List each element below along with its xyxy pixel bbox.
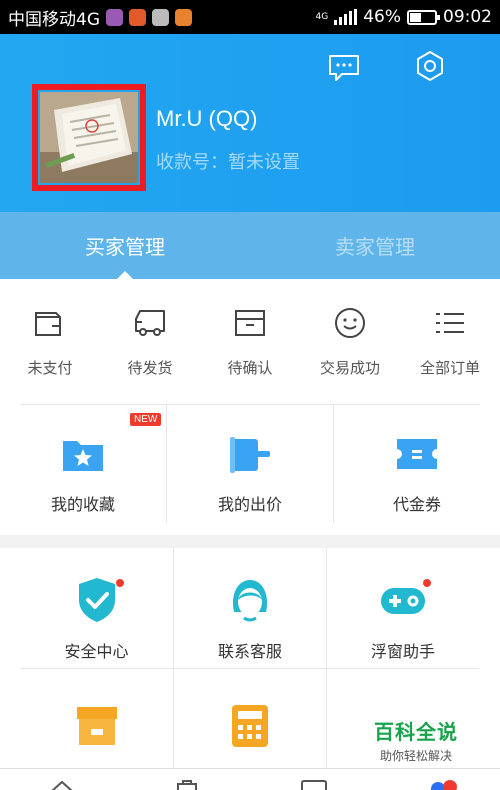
order-all[interactable]: 全部订单 bbox=[400, 305, 500, 378]
network-type: 4G bbox=[315, 12, 329, 22]
profile-nav-icon[interactable] bbox=[428, 779, 460, 790]
order-unpaid[interactable]: 未支付 bbox=[0, 305, 100, 378]
account-line: 收款号：暂未设置 bbox=[156, 148, 300, 174]
avatar[interactable] bbox=[40, 92, 138, 183]
account-value[interactable]: 暂未设置 bbox=[228, 152, 300, 173]
order-status-row: 未支付 待发货 待确认 交易成功 全部订单 bbox=[0, 305, 500, 378]
fav-label: 我的收藏 bbox=[50, 495, 115, 514]
smile-icon bbox=[335, 308, 365, 338]
box-icon bbox=[235, 310, 265, 336]
active-tab-indicator bbox=[117, 271, 133, 279]
fav-label: 我的出价 bbox=[217, 495, 282, 514]
wallet-icon bbox=[35, 312, 61, 336]
customer-service-icon bbox=[232, 580, 268, 622]
order-section: 未支付 待发货 待确认 交易成功 全部订单 NEW 我的收藏 我的出价 代金券 bbox=[0, 279, 500, 535]
role-tabs: 买家管理 卖家管理 bbox=[0, 212, 500, 279]
tab-buyer[interactable]: 买家管理 bbox=[0, 212, 250, 279]
list-icon bbox=[436, 313, 464, 333]
battery-icon bbox=[407, 9, 440, 25]
order-label: 待确认 bbox=[227, 359, 273, 377]
order-label: 交易成功 bbox=[319, 359, 380, 377]
tab-seller[interactable]: 卖家管理 bbox=[250, 212, 500, 279]
watermark-title: 百科全说 bbox=[374, 720, 458, 744]
truck-icon bbox=[135, 310, 165, 336]
watermark: 百科全说 助你轻松解决 bbox=[366, 716, 466, 764]
tab-label: 买家管理 bbox=[85, 235, 165, 259]
order-label: 未支付 bbox=[27, 359, 73, 377]
notification-app-icon bbox=[152, 8, 169, 26]
message-icon[interactable] bbox=[328, 52, 360, 84]
order-label: 待发货 bbox=[127, 359, 173, 377]
status-bar: 中国移动4G 4G 46% 09:02 bbox=[0, 0, 500, 34]
svc-label: 联系客服 bbox=[217, 642, 282, 661]
order-to-ship[interactable]: 待发货 bbox=[100, 305, 200, 378]
user-name[interactable]: Mr.U (QQ) bbox=[156, 106, 257, 132]
new-badge: NEW bbox=[130, 413, 162, 426]
star-folder-icon bbox=[63, 441, 103, 471]
clock: 09:02 bbox=[443, 7, 492, 27]
notification-app-icon bbox=[106, 8, 123, 26]
notification-dot bbox=[115, 578, 125, 588]
chat-icon[interactable] bbox=[300, 779, 328, 790]
battery-percent: 46% bbox=[363, 7, 401, 27]
vouchers[interactable]: 代金券 bbox=[333, 405, 500, 523]
my-bids[interactable]: 我的出价 bbox=[166, 405, 333, 523]
gavel-icon bbox=[230, 437, 270, 473]
svc-label: 安全中心 bbox=[64, 642, 129, 661]
settings-icon[interactable] bbox=[414, 50, 446, 82]
store-icon bbox=[76, 707, 117, 745]
coupon-icon bbox=[397, 439, 437, 469]
notification-app-icon bbox=[175, 8, 192, 26]
bottom-navigation bbox=[0, 768, 500, 790]
account-label: 收款号： bbox=[156, 152, 228, 173]
customer-service[interactable]: 联系客服 bbox=[173, 548, 326, 668]
calculator-icon bbox=[232, 705, 268, 747]
fav-label: 代金券 bbox=[392, 495, 441, 514]
calculator-service[interactable] bbox=[173, 668, 326, 768]
floating-assistant[interactable]: 浮窗助手 bbox=[326, 548, 479, 668]
bag-icon[interactable] bbox=[175, 779, 199, 790]
notification-dot bbox=[422, 578, 432, 588]
watermark-subtitle: 助你轻松解决 bbox=[379, 749, 452, 763]
tab-label: 卖家管理 bbox=[335, 235, 415, 259]
my-favorites[interactable]: NEW 我的收藏 bbox=[0, 405, 166, 523]
carrier-label: 中国移动4G bbox=[8, 9, 100, 30]
shop-service[interactable] bbox=[20, 668, 173, 768]
security-center[interactable]: 安全中心 bbox=[20, 548, 173, 668]
svc-label: 浮窗助手 bbox=[370, 642, 435, 661]
notification-app-icon bbox=[129, 8, 146, 26]
order-completed[interactable]: 交易成功 bbox=[300, 305, 400, 378]
order-label: 全部订单 bbox=[419, 359, 480, 377]
order-to-confirm[interactable]: 待确认 bbox=[200, 305, 300, 378]
home-icon[interactable] bbox=[50, 779, 74, 790]
favorites-row: NEW 我的收藏 我的出价 代金券 bbox=[0, 405, 500, 523]
signal-icon bbox=[334, 9, 358, 25]
